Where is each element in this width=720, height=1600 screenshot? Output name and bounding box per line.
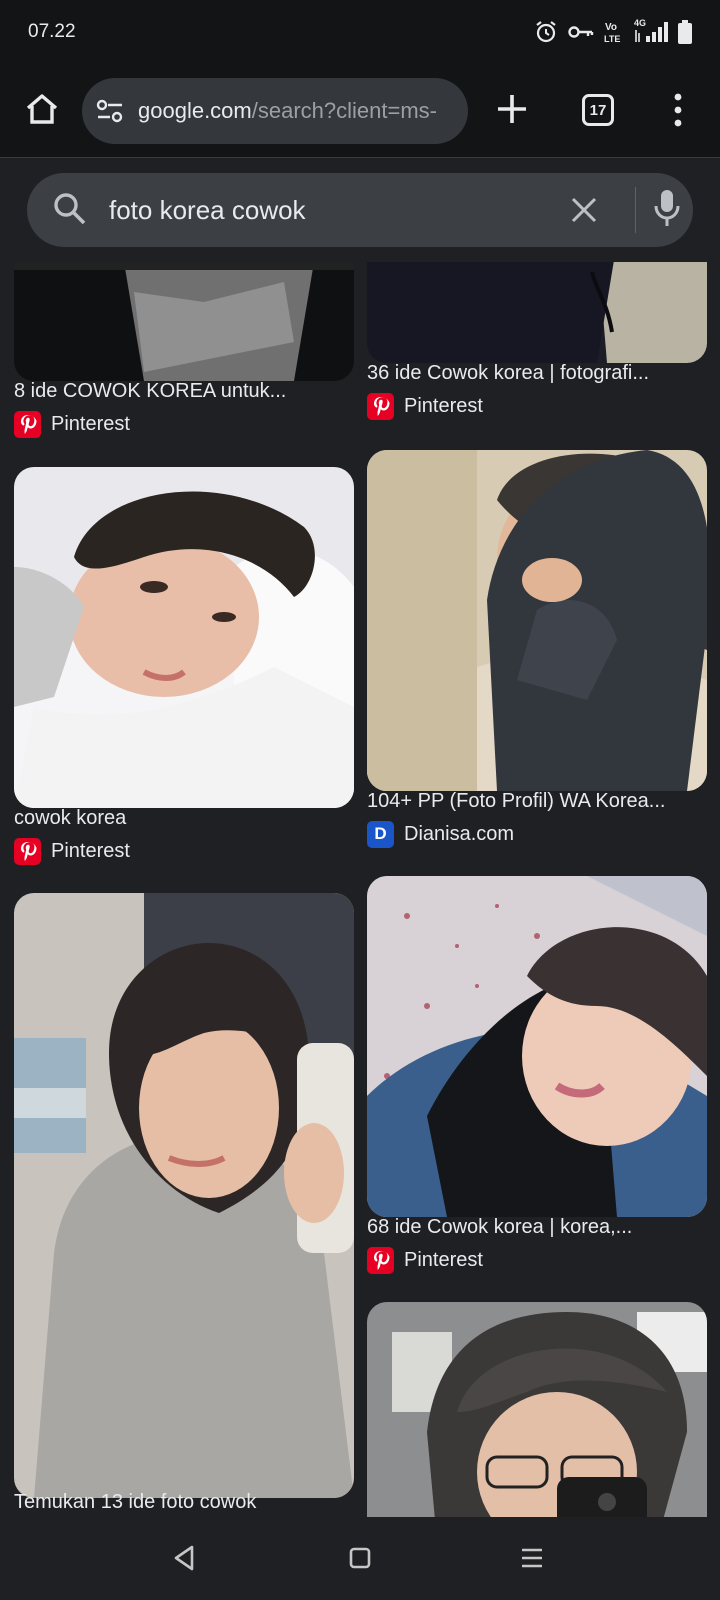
result-source[interactable]: Pinterest <box>367 1246 483 1274</box>
source-name: Pinterest <box>51 839 130 862</box>
result-title[interactable]: 68 ide Cowok korea | korea,... <box>367 1216 707 1239</box>
result-image[interactable] <box>14 893 354 1498</box>
home-icon[interactable] <box>24 91 60 127</box>
vpn-key-icon <box>568 26 594 38</box>
recent-apps-icon[interactable] <box>520 1547 544 1569</box>
result-source[interactable]: Pinterest <box>14 410 130 438</box>
result-title[interactable]: 36 ide Cowok korea | fotografi... <box>367 362 707 385</box>
tab-count: 17 <box>589 101 607 119</box>
url-path: /search?client=ms- <box>251 98 437 123</box>
image-results-grid: 8 ide COWOK KOREA untuk... Pinterest 36 … <box>0 262 720 1517</box>
status-time: 07.22 <box>28 21 76 42</box>
search-input[interactable]: foto korea cowok <box>109 195 306 226</box>
browser-toolbar: google.com/search?client=ms- 17 <box>0 64 720 158</box>
source-name: Pinterest <box>51 412 130 435</box>
search-divider <box>635 187 636 233</box>
result-title[interactable]: 104+ PP (Foto Profil) WA Korea... <box>367 790 707 813</box>
result-title[interactable]: 8 ide COWOK KOREA untuk... <box>14 380 354 403</box>
home-square-icon[interactable] <box>349 1547 371 1569</box>
source-name: Pinterest <box>404 394 483 417</box>
url-bar[interactable]: google.com/search?client=ms- <box>82 78 468 144</box>
site-settings-icon[interactable] <box>96 98 124 124</box>
source-name: Pinterest <box>404 1248 483 1271</box>
dianisa-icon: D <box>367 820 394 848</box>
new-tab-icon[interactable] <box>494 91 530 127</box>
search-icon[interactable] <box>51 190 89 228</box>
result-source[interactable]: Pinterest <box>14 837 130 865</box>
svg-text:LTE: LTE <box>604 34 620 44</box>
url-text[interactable]: google.com/search?client=ms- <box>138 98 437 124</box>
result-title[interactable]: cowok korea <box>14 807 354 830</box>
alarm-icon <box>536 21 556 43</box>
result-source[interactable]: Pinterest <box>367 392 483 420</box>
url-domain: google.com <box>138 98 252 123</box>
system-nav-bar <box>0 1517 720 1600</box>
battery-icon <box>678 20 692 44</box>
tab-switcher-button[interactable]: 17 <box>582 94 614 126</box>
back-icon[interactable] <box>172 1545 196 1571</box>
result-image[interactable] <box>367 876 707 1217</box>
pinterest-icon <box>14 837 41 865</box>
result-image[interactable] <box>367 450 707 791</box>
svg-text:Vo: Vo <box>605 22 617 33</box>
signal-icon: 4G <box>634 18 668 44</box>
result-image[interactable] <box>367 262 707 363</box>
pinterest-icon <box>367 392 394 420</box>
signal-bars-icon <box>635 22 668 42</box>
result-image[interactable] <box>14 262 354 381</box>
more-menu-icon[interactable] <box>664 92 692 128</box>
result-title[interactable]: Temukan 13 ide foto cowok <box>14 1491 354 1514</box>
search-bar[interactable]: foto korea cowok <box>27 173 693 247</box>
result-image[interactable] <box>14 467 354 808</box>
pinterest-icon <box>367 1246 394 1274</box>
status-icons: Vo LTE 4G <box>534 18 692 44</box>
dianisa-letter: D <box>374 824 387 843</box>
microphone-icon[interactable] <box>653 188 681 230</box>
pinterest-icon <box>14 410 41 438</box>
result-image[interactable] <box>367 1302 707 1517</box>
result-source[interactable]: D Dianisa.com <box>367 820 514 848</box>
clear-icon[interactable] <box>567 193 601 227</box>
source-name: Dianisa.com <box>404 822 515 845</box>
status-bar: 07.22 Vo LTE 4G <box>0 0 720 64</box>
volte-icon: VoLTE <box>604 22 620 44</box>
